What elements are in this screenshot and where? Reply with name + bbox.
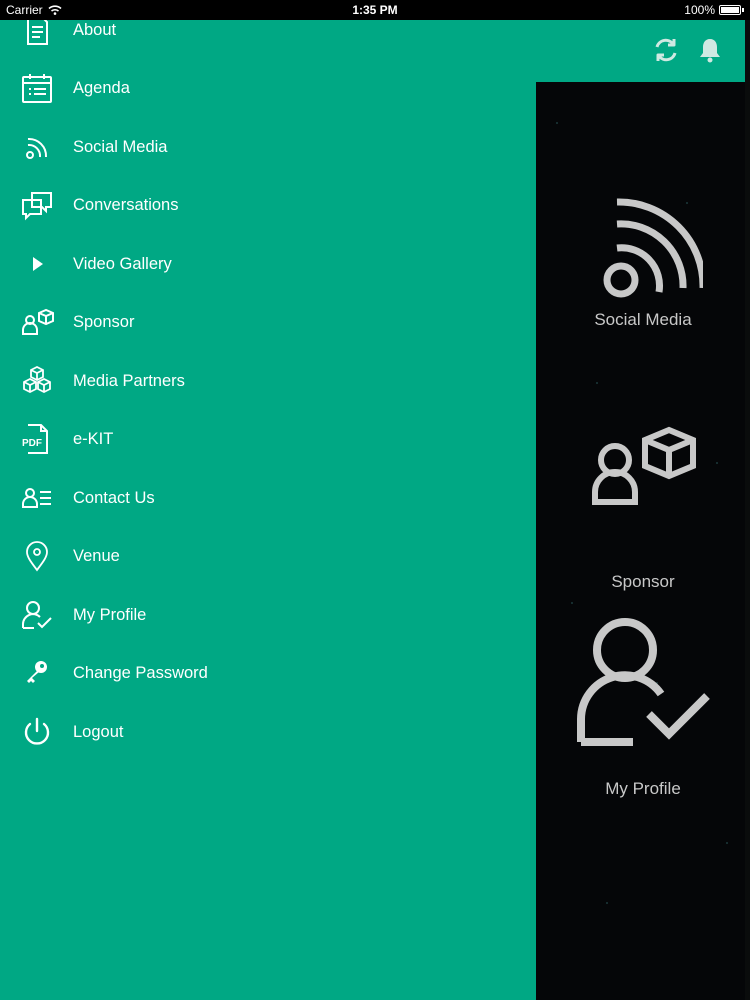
cubes-icon [18, 362, 56, 400]
status-bar: Carrier 1:35 PM 100% [0, 0, 750, 20]
menu-label-change-password: Change Password [73, 663, 208, 682]
agenda-icon [18, 69, 56, 107]
menu-label-about: About [73, 20, 117, 39]
menu-label-social-media: Social Media [73, 137, 168, 156]
menu-label-my-profile: My Profile [73, 605, 147, 624]
menu-item-contact-us[interactable]: Contact Us [0, 471, 536, 525]
battery-indicator: 100% [684, 3, 744, 17]
tile-label-social-media: Social Media [594, 310, 692, 329]
menu-label-venue: Venue [73, 546, 120, 565]
pdf-icon: PDF [18, 420, 56, 458]
top-bar [536, 20, 750, 82]
location-pin-icon [18, 537, 56, 575]
right-edge [745, 20, 750, 1000]
menu-item-video-gallery[interactable]: Video Gallery [0, 237, 536, 291]
battery-icon [719, 5, 741, 15]
menu-item-media-partners[interactable]: Media Partners [0, 354, 536, 408]
navigation-drawer: About Agenda Social Media Conversations [0, 20, 536, 1000]
tile-sponsor[interactable]: Sponsor [536, 422, 750, 592]
menu-label-e-kit: e-KIT [73, 429, 114, 448]
menu-item-sponsor[interactable]: Sponsor [0, 295, 536, 349]
menu-label-sponsor: Sponsor [73, 312, 135, 331]
tile-label-my-profile: My Profile [605, 779, 681, 798]
sponsor-icon [18, 303, 56, 341]
menu-item-conversations[interactable]: Conversations [0, 178, 536, 232]
menu-item-about[interactable]: About [0, 20, 536, 57]
bell-icon[interactable] [694, 34, 726, 66]
battery-percent: 100% [684, 3, 715, 17]
key-icon [18, 654, 56, 692]
svg-text:PDF: PDF [22, 438, 42, 449]
contact-icon [18, 479, 56, 517]
tile-social-media[interactable]: Social Media [536, 192, 750, 330]
profile-check-icon [18, 596, 56, 634]
rss-icon [603, 198, 703, 298]
chat-icon [18, 186, 56, 224]
menu-item-change-password[interactable]: Change Password [0, 646, 536, 700]
sponsor-icon [592, 426, 696, 505]
status-time: 1:35 PM [352, 3, 398, 17]
menu-item-social-media[interactable]: Social Media [0, 120, 536, 174]
tile-my-profile[interactable]: My Profile [536, 614, 750, 799]
menu-label-agenda: Agenda [73, 78, 130, 97]
menu-label-media-partners: Media Partners [73, 371, 185, 390]
rss-icon [18, 128, 56, 166]
document-icon [18, 20, 56, 49]
menu-label-logout: Logout [73, 722, 124, 741]
menu-item-venue[interactable]: Venue [0, 529, 536, 583]
tile-label-sponsor: Sponsor [611, 572, 675, 591]
menu-item-my-profile[interactable]: My Profile [0, 588, 536, 642]
menu-label-conversations: Conversations [73, 195, 179, 214]
power-icon [18, 713, 56, 751]
menu-item-agenda[interactable]: Agenda [0, 61, 536, 115]
profile-check-icon [577, 618, 710, 746]
play-icon [18, 245, 56, 283]
sync-icon[interactable] [650, 34, 682, 66]
menu-item-e-kit[interactable]: PDF e-KIT [0, 412, 536, 466]
menu-label-video-gallery: Video Gallery [73, 254, 172, 273]
home-content: Social Media Sponsor My Profile [536, 82, 750, 1000]
menu-item-logout[interactable]: Logout [0, 705, 536, 759]
menu-label-contact-us: Contact Us [73, 488, 155, 507]
